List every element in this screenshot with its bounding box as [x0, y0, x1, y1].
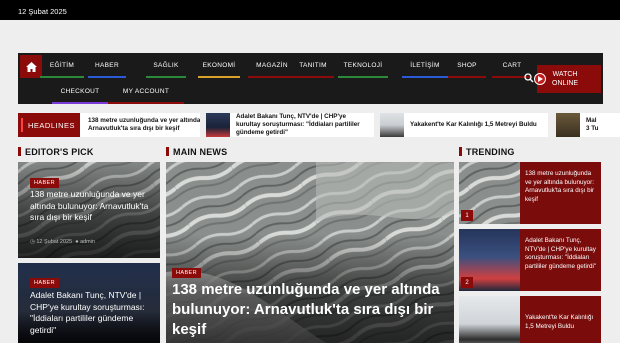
search-icon[interactable]	[524, 73, 534, 83]
clock-icon: ◷	[30, 239, 35, 245]
nav-item-checkout[interactable]: CHECKOUT	[52, 79, 108, 104]
trending-item[interactable]: 2 Adalet Bakanı Tunç, NTV'de | CHP'ye ku…	[459, 229, 601, 291]
nav-item-sağlik[interactable]: SAĞLIK	[146, 53, 186, 78]
card-date: 12 Şubat 2025	[36, 239, 73, 245]
user-icon: ●	[75, 239, 79, 245]
category-badge[interactable]: HABER	[30, 278, 59, 288]
trending-heading: TRENDING	[459, 147, 515, 157]
nav-item-haber[interactable]: HABER	[88, 53, 126, 78]
trending-title[interactable]: Adalet Bakanı Tunç, NTV'de | CHP'ye kuru…	[525, 237, 599, 291]
main-news-card[interactable]: HABER 138 metre uzunluğunda ve yer altın…	[166, 162, 454, 343]
nav-item-ekonomi̇[interactable]: EKONOMİ	[198, 53, 240, 78]
main-news-title[interactable]: 138 metre uzunluğunda ve yer altında bul…	[172, 280, 442, 340]
editors-pick-heading: EDITOR'S PICK	[18, 147, 94, 157]
card-title[interactable]: 138 metre uzunluğunda ve yer altında bul…	[30, 189, 154, 224]
card-meta: ◷ 12 Şubat 2025 ● admin	[30, 239, 95, 245]
ticker-item[interactable]: Mal 3 Tu	[556, 113, 620, 137]
ticker-item[interactable]: 138 metre uzunluğunda ve yer altında bul…	[80, 113, 200, 137]
main-nav: EĞİTİM HABER SAĞLIK EKONOMİ MAGAZİN TANITIM TE…	[18, 53, 603, 104]
ticker-thumbnail	[380, 113, 404, 137]
play-icon	[534, 73, 546, 85]
trending-thumbnail	[459, 296, 520, 343]
editors-pick-card[interactable]: HABER 138 metre uzunluğunda ve yer altın…	[18, 162, 160, 258]
headlines-label: HEADLINES	[18, 113, 88, 137]
ticker-thumbnail	[556, 113, 580, 137]
ticker-thumbnail	[206, 113, 230, 137]
trending-rank: 1	[461, 210, 473, 221]
nav-item-shop[interactable]: SHOP	[448, 53, 486, 78]
trending-rank: 2	[461, 277, 473, 288]
current-date: 12 Şubat 2025	[18, 7, 67, 16]
nav-item-teknoloji̇[interactable]: TEKNOLOJİ	[338, 53, 388, 78]
nav-item-eği̇ti̇m[interactable]: EĞİTİM	[40, 53, 84, 78]
nav-item-i̇leti̇şi̇m[interactable]: İLETİŞİM	[402, 53, 448, 78]
ticker-item[interactable]: Adalet Bakanı Tunç, NTV'de | CHP'ye kuru…	[206, 113, 374, 137]
nav-item-my-account[interactable]: MY ACCOUNT	[108, 79, 184, 104]
top-bar: 12 Şubat 2025	[0, 0, 620, 20]
nav-item-magazi̇n[interactable]: MAGAZİN	[248, 53, 296, 78]
trending-title[interactable]: Yakakent'te Kar Kalınlığı 1,5 Metreyi Bu…	[525, 314, 599, 331]
editors-pick-card[interactable]: HABER Adalet Bakanı Tunç, NTV'de | CHP'y…	[18, 263, 160, 343]
category-badge[interactable]: HABER	[172, 268, 201, 278]
card-title[interactable]: Adalet Bakanı Tunç, NTV'de | CHP'ye kuru…	[30, 290, 154, 336]
card-author[interactable]: admin	[80, 239, 95, 245]
category-badge[interactable]: HABER	[30, 178, 59, 188]
trending-item[interactable]: 1 138 metre uzunluğunda ve yer altında b…	[459, 162, 601, 224]
ad-band	[0, 20, 620, 53]
trending-title[interactable]: 138 metre uzunluğunda ve yer altında bul…	[525, 170, 599, 204]
home-button[interactable]	[20, 55, 42, 78]
main-news-heading: MAIN NEWS	[166, 147, 227, 157]
watch-online-button[interactable]: WATCH ONLINE	[534, 65, 601, 93]
ticker-item[interactable]: Yakakent'te Kar Kalınlığı 1,5 Metreyi Bu…	[380, 113, 548, 137]
nav-item-tanitim[interactable]: TANITIM	[292, 53, 334, 78]
trending-item[interactable]: 3 Yakakent'te Kar Kalınlığı 1,5 Metreyi …	[459, 296, 601, 343]
home-icon	[25, 61, 37, 72]
headlines-ticker: HEADLINES 138 metre uzunluğunda ve yer a…	[18, 113, 620, 139]
watch-online-label: WATCH ONLINE	[552, 71, 579, 87]
